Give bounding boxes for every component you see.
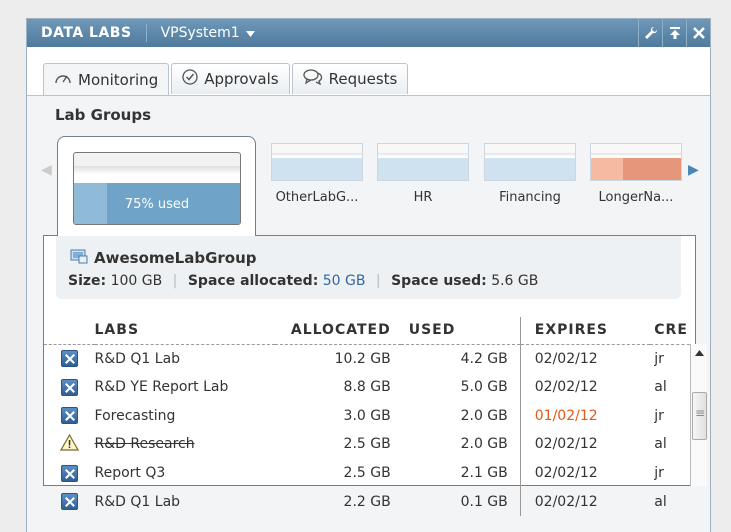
selected-lab-group[interactable]: 75% used	[57, 136, 256, 236]
creator-cell: al	[654, 436, 667, 453]
lab-group-details: AwesomeLabGroup Size: 100 GB | Space all…	[43, 236, 707, 517]
column-header-creator[interactable]: CRE	[650, 317, 695, 345]
data-labs-window: DATA LABS VPSystem1 Monitoring Approvals…	[26, 18, 711, 532]
size-label: Size	[68, 273, 101, 289]
table-row[interactable]: R&D YE Report Lab 8.8 GB 5.0 GB 02/02/12…	[44, 372, 695, 402]
lab-name: R&D Research	[94, 436, 195, 453]
close-icon[interactable]	[686, 19, 710, 47]
allocated-cell: 2.5 GB	[343, 465, 391, 482]
allocated-value: 50 GB	[322, 273, 366, 289]
creator-cell: jr	[654, 407, 664, 424]
allocated-cell: 2.5 GB	[343, 436, 391, 453]
expires-cell: 01/02/12	[519, 401, 651, 431]
stop-lab-icon[interactable]	[60, 378, 78, 396]
column-header-used[interactable]: USED	[400, 317, 521, 345]
pin-top-icon[interactable]	[662, 19, 686, 47]
scroll-up-arrow-icon[interactable]	[691, 344, 708, 362]
creator-cell: al	[654, 493, 667, 510]
lab-name: R&D Q1 Lab	[94, 493, 181, 510]
column-header-labs[interactable]: LABS	[94, 317, 275, 345]
allocated-cell: 3.0 GB	[343, 407, 391, 424]
usage-gauge: 75% used	[73, 152, 241, 225]
chevron-down-icon	[245, 25, 255, 41]
allocated-cell: 8.8 GB	[343, 379, 391, 396]
stop-lab-icon[interactable]	[60, 350, 78, 368]
check-circle-icon	[182, 69, 198, 89]
creator-cell: al	[654, 379, 667, 396]
app-title: DATA LABS	[27, 24, 147, 42]
column-header-allocated[interactable]: ALLOCATED	[274, 317, 401, 345]
scroll-thumb[interactable]	[692, 392, 707, 440]
lab-name: Forecasting	[94, 407, 176, 424]
allocated-cell: 10.2 GB	[334, 350, 391, 367]
lab-name: Report Q3	[94, 465, 166, 482]
lab-name: R&D Q1 Lab	[94, 350, 181, 367]
lab-group-card[interactable]: Financing	[484, 143, 576, 205]
group-info-box: AwesomeLabGroup Size: 100 GB | Space all…	[56, 236, 681, 299]
used-cell: 2.0 GB	[460, 407, 508, 424]
system-name: VPSystem1	[160, 25, 240, 41]
lab-group-label: HR	[413, 190, 433, 205]
stop-lab-icon[interactable]	[60, 493, 78, 511]
allocated-cell: 2.2 GB	[343, 493, 391, 510]
lab-group-label: OtherLabG...	[275, 190, 359, 205]
used-cell: 2.0 GB	[460, 436, 508, 453]
lab-group-label: LongerNa...	[598, 190, 674, 205]
lab-groups-title: Lab Groups	[55, 106, 151, 124]
lab-group-card[interactable]: LongerNa...	[590, 143, 682, 205]
lab-name: R&D YE Report Lab	[94, 379, 229, 396]
gauge-icon	[54, 71, 72, 89]
used-cell: 2.1 GB	[460, 465, 508, 482]
expires-cell: 02/02/12	[519, 344, 651, 373]
stop-lab-icon[interactable]	[60, 407, 78, 425]
tab-label: Requests	[328, 70, 398, 88]
usage-label: 75% used	[124, 197, 190, 212]
monitoring-panel: Lab Groups ◀ ▶ 75% used OtherLabG... HR …	[27, 95, 710, 532]
table-row[interactable]: R&D Research 2.5 GB 2.0 GB 02/02/12 al	[44, 430, 695, 459]
carousel-prev-icon[interactable]: ◀	[41, 162, 52, 178]
used-value: 5.6 GB	[491, 273, 539, 289]
group-name: AwesomeLabGroup	[94, 249, 257, 267]
system-selector[interactable]: VPSystem1	[147, 25, 255, 41]
used-label: Space used	[391, 273, 482, 289]
used-cell: 5.0 GB	[460, 379, 508, 396]
lab-group-card[interactable]: OtherLabG...	[271, 143, 363, 205]
tab-bar: Monitoring Approvals Requests	[27, 47, 710, 95]
tab-label: Monitoring	[78, 70, 159, 89]
table-row[interactable]: Forecasting 3.0 GB 2.0 GB 01/02/12 jr	[44, 401, 695, 431]
used-cell: 0.1 GB	[460, 493, 508, 510]
table-row[interactable]: R&D Q1 Lab 2.2 GB 0.1 GB 02/02/12 al	[44, 487, 695, 517]
tab-approvals[interactable]: Approvals	[171, 63, 290, 94]
table-row[interactable]: R&D Q1 Lab 10.2 GB 4.2 GB 02/02/12 jr	[44, 344, 695, 373]
tab-monitoring[interactable]: Monitoring	[43, 63, 170, 95]
creator-cell: jr	[654, 465, 664, 482]
expires-cell: 02/02/12	[519, 487, 651, 517]
table-header-row: LABS ALLOCATED USED EXPIRES CRE	[44, 317, 695, 345]
labs-table: LABS ALLOCATED USED EXPIRES CRE R&D Q1 L…	[44, 317, 695, 517]
group-stats: Size: 100 GB | Space allocated: 50 GB | …	[68, 273, 539, 289]
lab-group-icon	[70, 248, 88, 268]
used-cell: 4.2 GB	[460, 350, 508, 367]
carousel-next-icon[interactable]: ▶	[688, 162, 699, 178]
lab-group-label: Financing	[499, 190, 561, 205]
expires-cell: 02/02/12	[519, 458, 651, 488]
title-bar: DATA LABS VPSystem1	[27, 19, 710, 47]
size-value: 100 GB	[110, 273, 163, 289]
creator-cell: jr	[654, 350, 664, 367]
table-row[interactable]: Report Q3 2.5 GB 2.1 GB 02/02/12 jr	[44, 458, 695, 488]
allocated-label: Space allocated	[187, 273, 313, 289]
lab-group-card[interactable]: HR	[377, 143, 469, 205]
wrench-icon[interactable]	[638, 19, 662, 47]
warning-icon[interactable]	[59, 433, 79, 455]
tab-label: Approvals	[204, 70, 279, 88]
speech-bubbles-icon	[302, 69, 323, 89]
column-header-expires[interactable]: EXPIRES	[519, 317, 651, 345]
tab-requests[interactable]: Requests	[291, 63, 409, 94]
expires-cell: 02/02/12	[519, 430, 651, 459]
expires-cell: 02/02/12	[519, 372, 651, 402]
stop-lab-icon[interactable]	[60, 464, 78, 482]
table-scrollbar[interactable]	[690, 344, 707, 486]
